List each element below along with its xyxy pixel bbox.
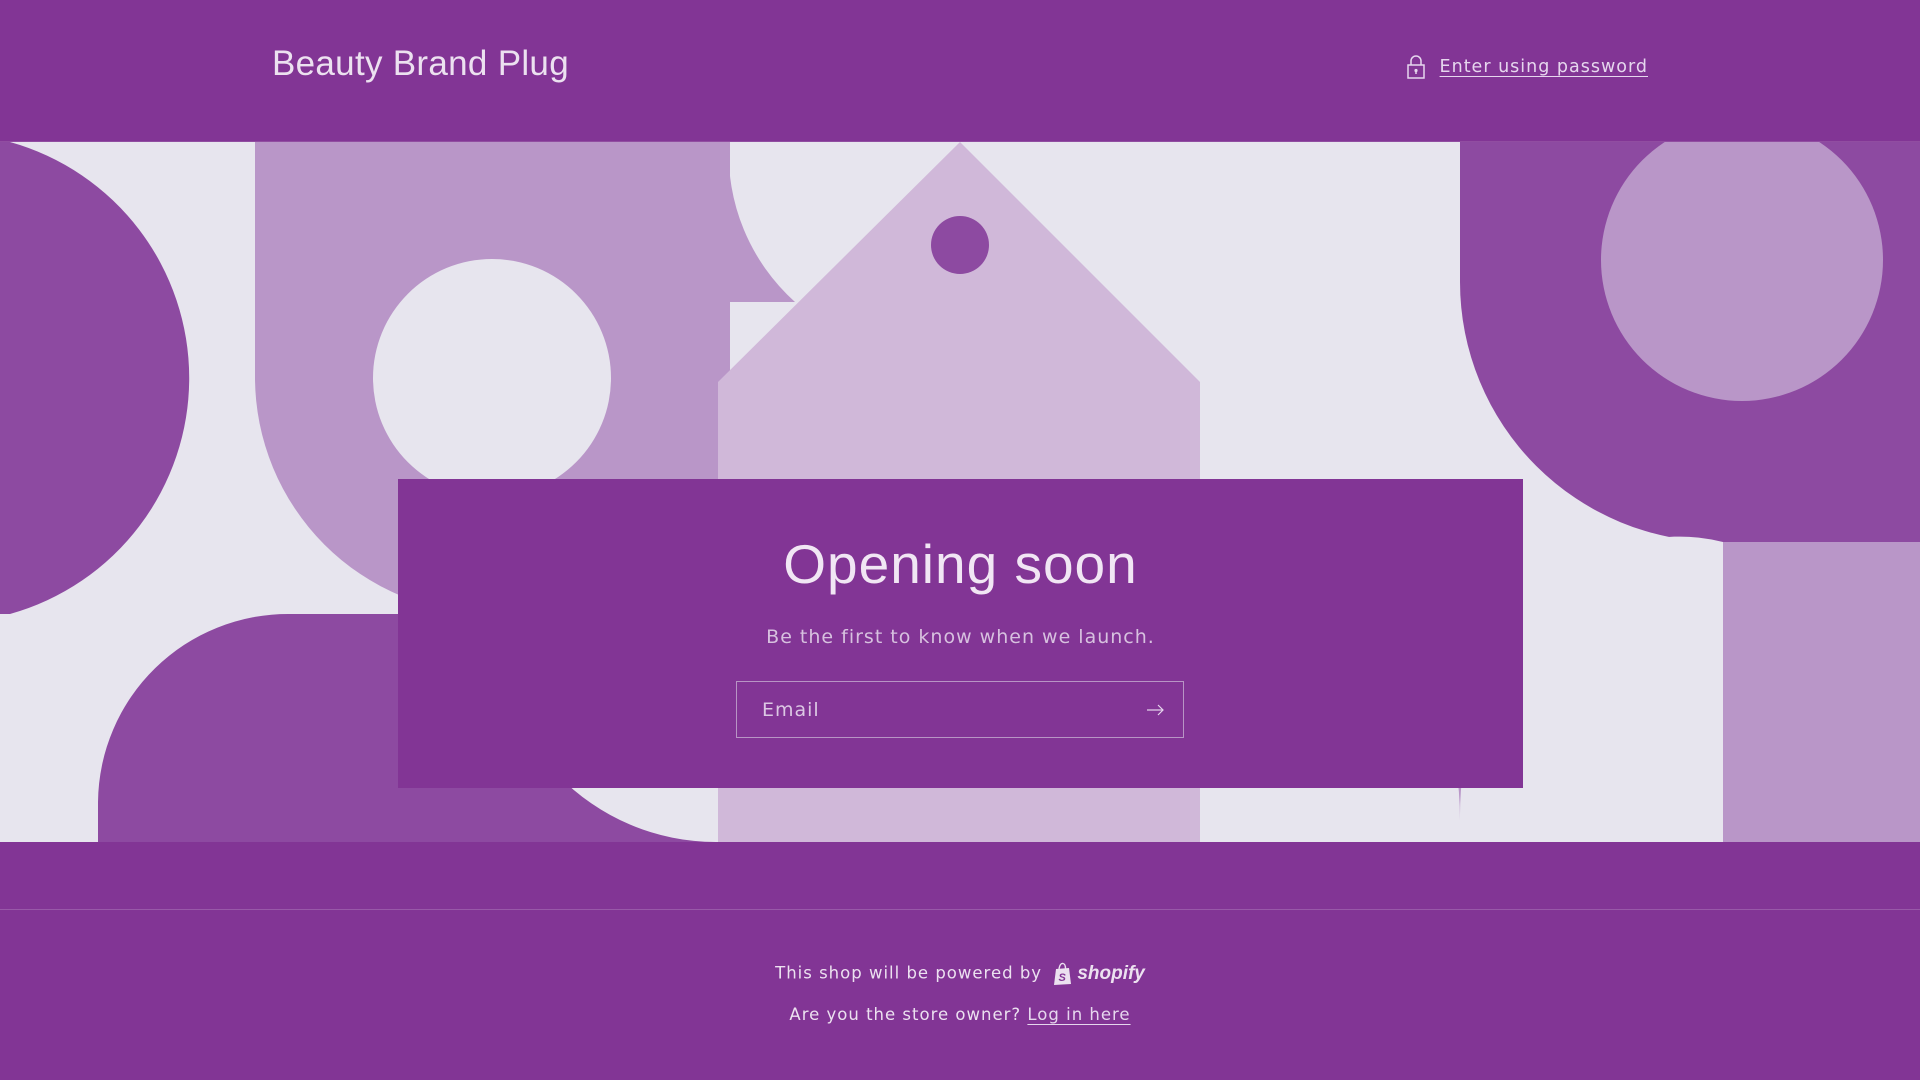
lock-icon (1406, 55, 1426, 79)
store-owner-text: Are you the store owner? (789, 1005, 1022, 1024)
shopify-wordmark: shopify (1077, 963, 1145, 984)
subscribe-button[interactable] (1135, 690, 1175, 730)
shopify-link[interactable]: S shopify (1052, 962, 1145, 986)
page-subtitle: Be the first to know when we launch. (766, 626, 1155, 648)
powered-by: This shop will be powered by S shopify (0, 962, 1920, 986)
arrow-right-icon (1146, 704, 1164, 716)
enter-password-label: Enter using password (1439, 57, 1648, 77)
powered-by-text: This shop will be powered by (775, 963, 1043, 983)
opening-soon-card: Opening soon Be the first to know when w… (398, 479, 1523, 788)
svg-text:S: S (1059, 972, 1067, 984)
brand-logo[interactable]: Beauty Brand Plug (272, 44, 569, 84)
site-header: Beauty Brand Plug Enter using password (0, 0, 1920, 142)
enter-password-link[interactable]: Enter using password (1406, 55, 1648, 79)
shopify-bag-icon: S (1052, 962, 1074, 986)
newsletter-form (736, 681, 1184, 738)
hero-banner: Opening soon Be the first to know when w… (0, 142, 1920, 842)
page-title: Opening soon (783, 533, 1138, 595)
email-input[interactable] (737, 682, 1117, 737)
footer-divider (0, 909, 1920, 910)
store-owner-line: Are you the store owner? Log in here (0, 1005, 1920, 1024)
login-link[interactable]: Log in here (1027, 1005, 1130, 1024)
